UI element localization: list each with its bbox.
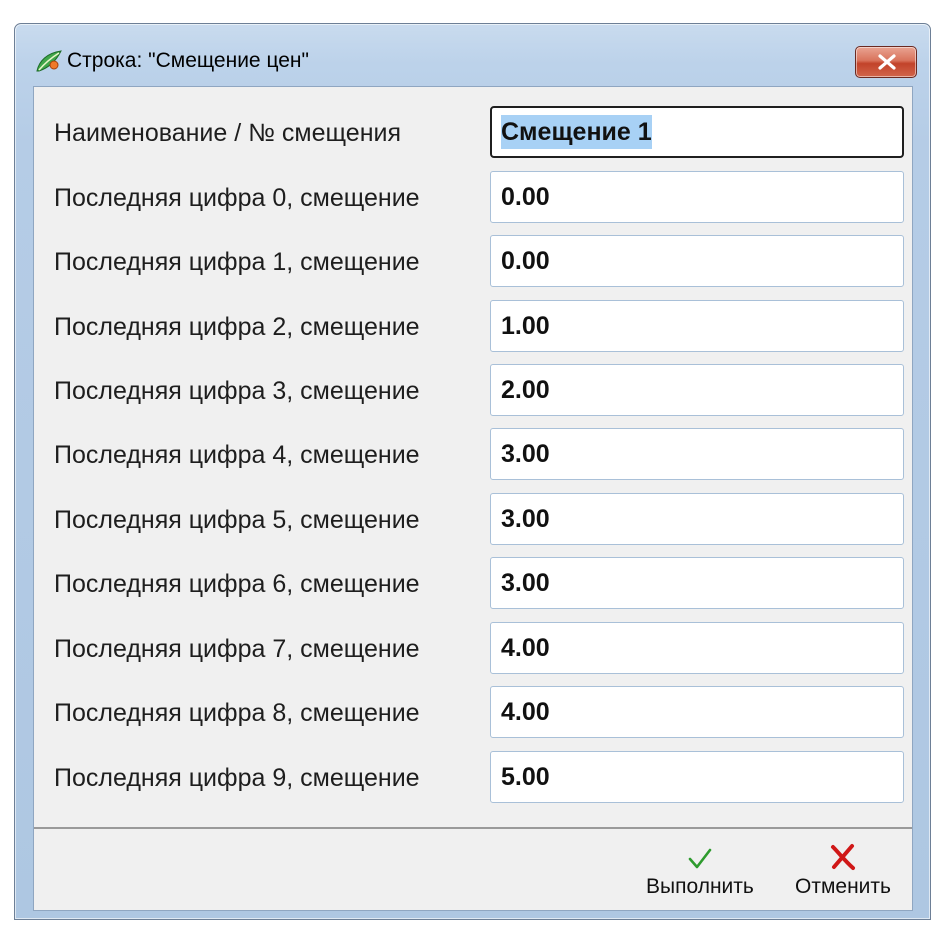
digit-row-1: Последняя цифра 1, смещение <box>34 235 912 289</box>
digit-label-4: Последняя цифра 4, смещение <box>54 441 420 469</box>
digit-input-0[interactable] <box>490 171 904 223</box>
digit-label-8: Последняя цифра 8, смещение <box>54 699 420 727</box>
name-label: Наименование / № смещения <box>54 119 401 147</box>
checkmark-icon <box>687 837 713 871</box>
name-input[interactable]: Смещение 1 <box>490 106 904 158</box>
digit-input-1[interactable] <box>490 235 904 287</box>
digit-row-2: Последняя цифра 2, смещение <box>34 300 912 354</box>
dialog-client-area: Наименование / № смещения Смещение 1 Пос… <box>33 86 913 911</box>
dialog-window: Строка: "Смещение цен" Наименование / № … <box>14 23 931 920</box>
digit-input-6[interactable] <box>490 557 904 609</box>
dialog-footer: Выполнить Отменить <box>34 827 912 910</box>
cancel-label: Отменить <box>795 875 891 898</box>
digit-label-6: Последняя цифра 6, смещение <box>54 570 420 598</box>
cross-icon <box>829 837 857 871</box>
digit-row-6: Последняя цифра 6, смещение <box>34 557 912 611</box>
window-title: Строка: "Смещение цен" <box>67 49 309 72</box>
cancel-button[interactable]: Отменить <box>795 837 891 905</box>
digit-row-3: Последняя цифра 3, смещение <box>34 364 912 418</box>
digit-row-0: Последняя цифра 0, смещение <box>34 171 912 225</box>
digit-row-7: Последняя цифра 7, смещение <box>34 622 912 676</box>
execute-button[interactable]: Выполнить <box>646 837 754 905</box>
name-row: Наименование / № смещения Смещение 1 <box>34 106 912 160</box>
digit-row-8: Последняя цифра 8, смещение <box>34 686 912 740</box>
digit-label-5: Последняя цифра 5, смещение <box>54 506 420 534</box>
name-input-value: Смещение 1 <box>501 115 652 149</box>
digit-input-3[interactable] <box>490 364 904 416</box>
digit-label-2: Последняя цифра 2, смещение <box>54 313 420 341</box>
execute-label: Выполнить <box>646 875 754 898</box>
digit-input-2[interactable] <box>490 300 904 352</box>
digit-input-8[interactable] <box>490 686 904 738</box>
digit-input-4[interactable] <box>490 428 904 480</box>
title-bar[interactable]: Строка: "Смещение цен" <box>15 24 930 86</box>
close-button[interactable] <box>855 46 917 78</box>
digit-label-1: Последняя цифра 1, смещение <box>54 248 420 276</box>
digit-input-7[interactable] <box>490 622 904 674</box>
digit-input-9[interactable] <box>490 751 904 803</box>
close-icon <box>878 54 896 70</box>
app-leaf-icon <box>35 49 63 73</box>
digit-row-5: Последняя цифра 5, смещение <box>34 493 912 547</box>
digit-row-9: Последняя цифра 9, смещение <box>34 751 912 805</box>
digit-input-5[interactable] <box>490 493 904 545</box>
digit-row-4: Последняя цифра 4, смещение <box>34 428 912 482</box>
digit-label-9: Последняя цифра 9, смещение <box>54 764 420 792</box>
digit-label-7: Последняя цифра 7, смещение <box>54 635 420 663</box>
digit-label-0: Последняя цифра 0, смещение <box>54 184 420 212</box>
digit-label-3: Последняя цифра 3, смещение <box>54 377 420 405</box>
